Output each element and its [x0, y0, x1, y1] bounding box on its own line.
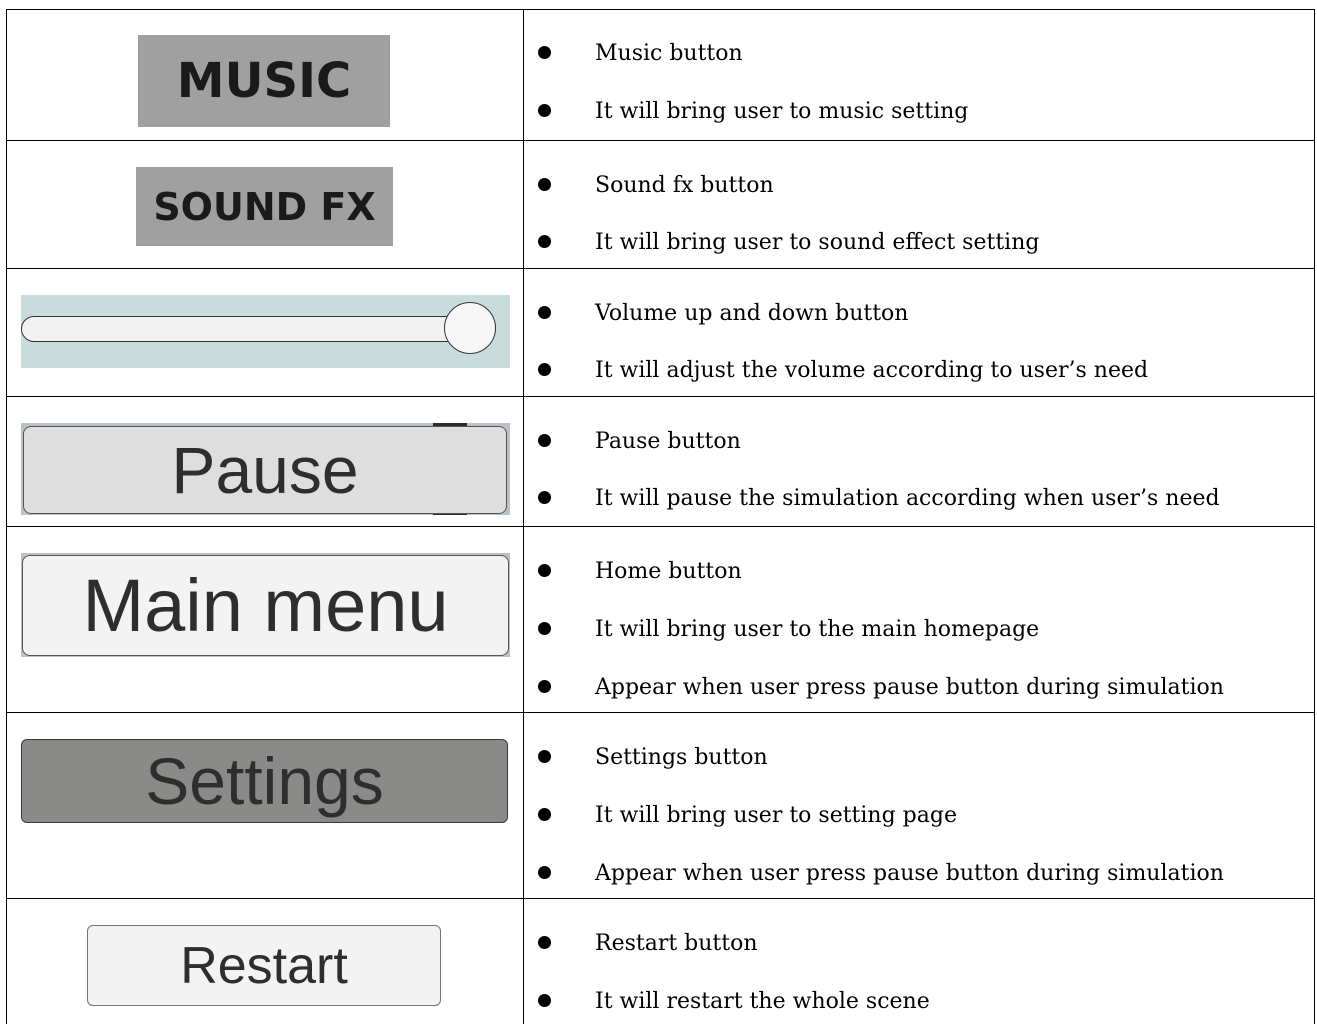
restart-button-image: Restart: [87, 925, 441, 1006]
bullet-text: It will pause the simulation according w…: [595, 486, 1220, 511]
bullet-dot-icon: [538, 46, 551, 59]
bullet-dot-icon: [538, 936, 551, 949]
table-row-main-menu: Main menu Home button It will bring user…: [6, 526, 1315, 713]
bullet-text: Restart button: [595, 931, 758, 956]
music-button-image: MUSIC: [138, 35, 390, 127]
image-cell-volume: [7, 269, 524, 396]
sound-fx-button-label: SOUND FX: [153, 184, 376, 229]
description-cell-restart: Restart button It will restart the whole…: [524, 899, 1314, 1024]
image-cell-music: MUSIC: [7, 10, 524, 140]
bullet-dot-icon: [538, 622, 551, 635]
image-cell-pause: Pause: [7, 397, 524, 526]
table-row-restart: Restart Restart button It will restart t…: [6, 898, 1315, 1024]
music-button-label: MUSIC: [176, 53, 352, 109]
table-row-volume: Volume up and down button It will adjust…: [6, 268, 1315, 397]
bullet-dot-icon: [538, 866, 551, 879]
bullet-text: Home button: [595, 559, 742, 584]
settings-button-image: Settings: [21, 739, 508, 823]
bullet-dot-icon: [538, 564, 551, 577]
pause-button-label: Pause: [171, 433, 359, 507]
table-row-music: MUSIC Music button It will bring user to…: [6, 9, 1315, 141]
table-row-sound-fx: SOUND FX Sound fx button It will bring u…: [6, 140, 1315, 269]
volume-slider-image: [21, 295, 510, 368]
bullet-text: Appear when user press pause button duri…: [595, 861, 1224, 886]
bullet-dot-icon: [538, 680, 551, 693]
bullet-text: It will adjust the volume according to u…: [595, 358, 1149, 383]
bullet-dot-icon: [538, 104, 551, 117]
description-cell-settings: Settings button It will bring user to se…: [524, 713, 1314, 898]
bullet-dot-icon: [538, 750, 551, 763]
bullet-text: Volume up and down button: [595, 301, 909, 326]
main-menu-button-image: Main menu: [22, 555, 509, 656]
bullet-text: Music button: [595, 41, 743, 66]
bullet-text: Sound fx button: [595, 173, 774, 198]
pause-button-image: Pause: [23, 426, 507, 514]
bullet-text: It will restart the whole scene: [595, 989, 930, 1014]
restart-button-label: Restart: [180, 936, 348, 995]
bullet-dot-icon: [538, 178, 551, 191]
image-cell-main-menu: Main menu: [7, 527, 524, 712]
image-cell-restart: Restart: [7, 899, 524, 1024]
slider-track: [21, 316, 481, 342]
bullet-text: Settings button: [595, 745, 768, 770]
main-menu-button-label: Main menu: [82, 564, 449, 647]
description-cell-music: Music button It will bring user to music…: [524, 10, 1314, 140]
bullet-dot-icon: [538, 491, 551, 504]
bullet-text: Appear when user press pause button duri…: [595, 675, 1224, 700]
table-row-settings: Settings Settings button It will bring u…: [6, 712, 1315, 899]
table-row-pause: Pause Pause button It will pause the sim…: [6, 396, 1315, 527]
sound-fx-button-image: SOUND FX: [136, 167, 393, 246]
description-cell-sound-fx: Sound fx button It will bring user to so…: [524, 141, 1314, 268]
bullet-dot-icon: [538, 994, 551, 1007]
bullet-dot-icon: [538, 808, 551, 821]
bullet-text: It will bring user to sound effect setti…: [595, 230, 1040, 255]
description-cell-pause: Pause button It will pause the simulatio…: [524, 397, 1314, 526]
bullet-text: It will bring user to the main homepage: [595, 617, 1040, 642]
description-cell-volume: Volume up and down button It will adjust…: [524, 269, 1314, 396]
bullet-text: It will bring user to music setting: [595, 99, 969, 124]
bullet-text: It will bring user to setting page: [595, 803, 957, 828]
image-cell-settings: Settings: [7, 713, 524, 898]
description-cell-main-menu: Home button It will bring user to the ma…: [524, 527, 1314, 712]
settings-button-label: Settings: [145, 744, 384, 818]
bullet-dot-icon: [538, 306, 551, 319]
slider-knob-icon: [444, 302, 496, 354]
bullet-dot-icon: [538, 434, 551, 447]
bullet-dot-icon: [538, 235, 551, 248]
bullet-text: Pause button: [595, 429, 741, 454]
bullet-dot-icon: [538, 363, 551, 376]
image-cell-sound-fx: SOUND FX: [7, 141, 524, 268]
